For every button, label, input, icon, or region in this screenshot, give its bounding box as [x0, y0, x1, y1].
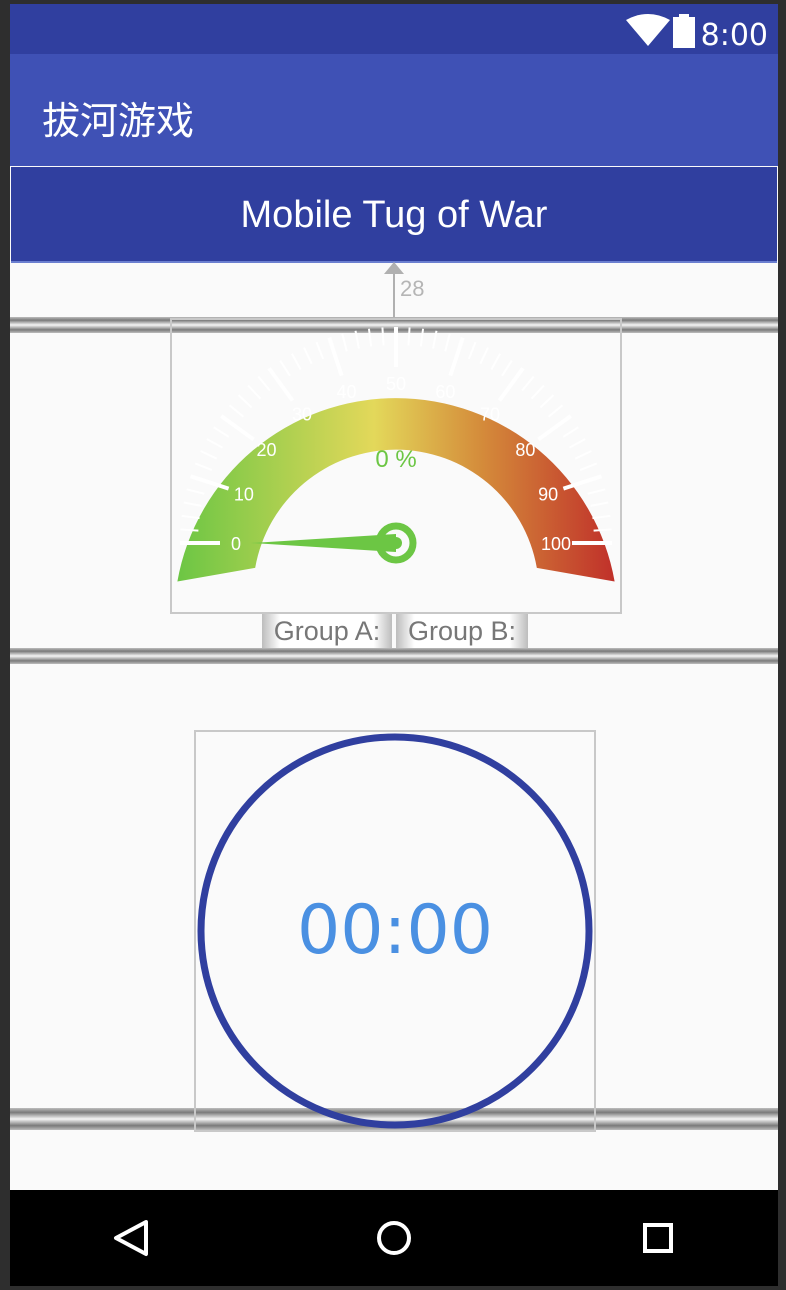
- gauge-tick-label: 20: [257, 440, 277, 460]
- status-bar: 8:00: [10, 4, 778, 54]
- app-bar: 拔河游戏: [10, 54, 778, 166]
- gauge-dial: 0 10 20 30 40 50 60 70 80 90 100 0 %: [177, 327, 615, 582]
- gauge-tick: [579, 462, 598, 472]
- gauge-tick-label: 70: [480, 405, 500, 425]
- gauge-tick: [341, 333, 348, 352]
- gauge-tick-label: 0: [231, 534, 241, 554]
- gauge-tick: [228, 404, 245, 418]
- gauge-tick: [247, 384, 262, 400]
- gauge-tick: [539, 394, 555, 409]
- percentage-gauge: 0 10 20 30 40 50 60 70 80 90 100 0 %: [170, 318, 622, 614]
- gauge-tick: [180, 528, 199, 532]
- gauge-tick: [186, 488, 205, 495]
- gauge-needle: [251, 534, 396, 552]
- gauge-tick: [257, 375, 271, 392]
- timer[interactable]: 00:00: [194, 730, 596, 1132]
- gauge-tick: [569, 438, 586, 449]
- gauge-tick: [521, 375, 535, 392]
- gauge-tick: [279, 360, 291, 377]
- gauge-tick: [530, 384, 545, 400]
- gauge-tick: [467, 341, 477, 360]
- gauge-tick: [327, 336, 344, 377]
- gauge-tick-label: 90: [538, 485, 558, 505]
- gauge-tick: [213, 426, 230, 438]
- gauge-tick: [419, 328, 425, 347]
- gauge-tick-label: 40: [337, 382, 357, 402]
- gauge-value: 0 %: [375, 446, 416, 473]
- gauge-tick: [407, 327, 411, 346]
- gauge-tick: [574, 450, 592, 460]
- status-time: 8:00: [700, 18, 768, 53]
- gauge-tick: [237, 394, 253, 409]
- gauge-tick: [432, 330, 438, 349]
- gauge-tick: [590, 501, 609, 507]
- gauge-tick: [194, 462, 213, 472]
- gauge-tick-label: 60: [435, 382, 455, 402]
- gauge-tick-label: 100: [541, 534, 571, 554]
- gauge-tick: [206, 438, 223, 449]
- group-a-label: Group A:: [262, 614, 392, 648]
- gauge-tick: [479, 347, 489, 365]
- timer-value: 00:00: [297, 891, 493, 970]
- gauge-tick: [444, 333, 451, 352]
- gauge-tick: [181, 514, 200, 520]
- app-title: 拔河游戏: [42, 99, 195, 143]
- gauge-tick: [315, 341, 325, 360]
- recents-icon[interactable]: [628, 1210, 688, 1266]
- gauge-tick: [303, 347, 313, 365]
- gauge-tick: [381, 327, 385, 346]
- gauge-tick-label: 30: [292, 405, 312, 425]
- gauge-tick-label: 10: [234, 485, 254, 505]
- gauge-tick: [501, 360, 513, 377]
- gauge-tick: [448, 336, 465, 377]
- gauge-tick-label: 80: [515, 440, 535, 460]
- home-icon[interactable]: [364, 1210, 424, 1266]
- gauge-tick: [547, 404, 564, 418]
- gauge-tick: [367, 328, 373, 347]
- pointer-value: 28: [400, 276, 425, 301]
- gauge-tick: [291, 353, 302, 370]
- gauge-tick-label: 50: [386, 374, 406, 394]
- gauge-tick: [592, 514, 611, 520]
- rope-middle: [10, 648, 778, 664]
- navigation-bar: [10, 1190, 778, 1286]
- group-b-label: Group B:: [396, 614, 528, 648]
- gauge-tick: [354, 330, 360, 349]
- gauge-tick: [587, 488, 606, 495]
- content-area: Mobile Tug of War 28 0 10 20 30 40 50 60 70 80 90…: [10, 166, 778, 1190]
- back-icon[interactable]: [100, 1210, 160, 1266]
- gauge-tick: [562, 426, 579, 438]
- banner-title: Mobile Tug of War: [11, 167, 777, 263]
- gauge-tick: [183, 501, 202, 507]
- gauge-tick: [593, 528, 612, 532]
- wifi-icon: [626, 14, 670, 46]
- gauge-tick: [490, 353, 501, 370]
- gauge-tick: [200, 450, 218, 460]
- battery-icon: [673, 14, 695, 48]
